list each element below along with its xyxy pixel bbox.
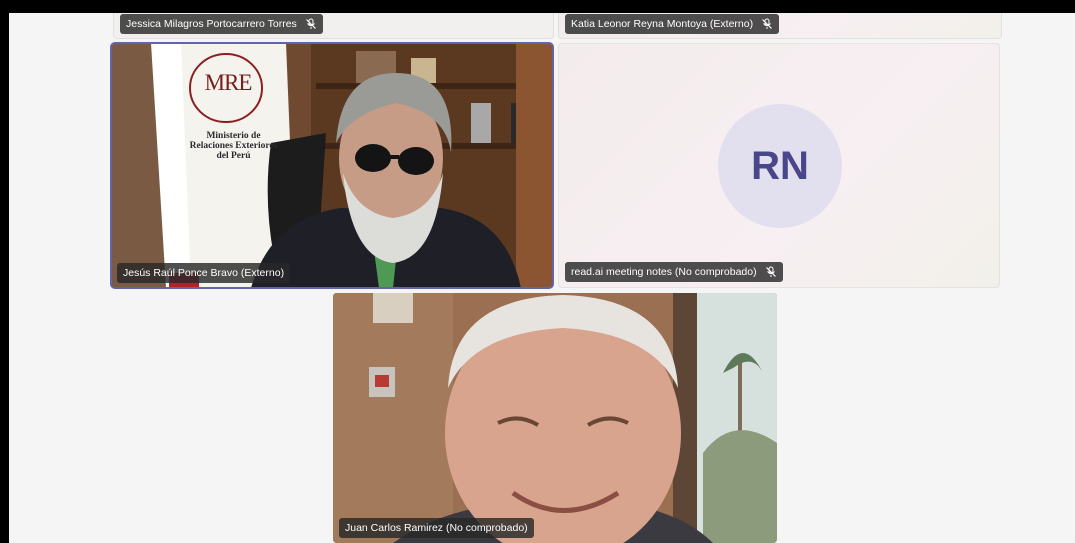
mic-off-icon <box>762 18 773 29</box>
participant-name: Juan Carlos Ramirez (No comprobado) <box>345 522 528 534</box>
participant-nameplate: read.ai meeting notes (No comprobado) <box>565 262 783 282</box>
participant-avatar: RN <box>718 104 842 228</box>
participant-nameplate: Jesús Raúl Ponce Bravo (Externo) <box>117 263 291 283</box>
video-tile-readai[interactable]: RN read.ai meeting notes (No comprobado) <box>558 43 1000 288</box>
participant-nameplate: Jessica Milagros Portocarrero Torres <box>120 14 323 34</box>
participant-nameplate: Juan Carlos Ramirez (No comprobado) <box>339 518 534 538</box>
mic-off-icon <box>305 18 316 29</box>
flag-caption-line: Relaciones Exteriores <box>189 141 278 151</box>
video-tile-juan-carlos[interactable]: Juan Carlos Ramirez (No comprobado) <box>333 293 777 543</box>
flag-logo-text: MRE <box>204 70 253 95</box>
video-tile-katia[interactable]: Katia Leonor Reyna Montoya (Externo) <box>558 13 1002 39</box>
participant-name: Jesús Raúl Ponce Bravo (Externo) <box>123 267 285 279</box>
mic-off-icon <box>765 266 776 277</box>
flag-caption-line: del Perú <box>216 151 251 161</box>
participant-video-feed <box>111 43 553 288</box>
participant-name: Katia Leonor Reyna Montoya (Externo) <box>571 18 754 30</box>
participant-nameplate: Katia Leonor Reyna Montoya (Externo) <box>565 14 780 34</box>
avatar-initials: RN <box>751 143 809 188</box>
video-tile-jessica[interactable]: Jessica Milagros Portocarrero Torres <box>113 13 554 39</box>
flag-caption: Ministerio de Relaciones Exteriores del … <box>171 131 296 161</box>
video-tile-jesus[interactable]: MRE Ministerio de Relaciones Exteriores … <box>110 42 554 289</box>
participant-name: Jessica Milagros Portocarrero Torres <box>126 18 297 30</box>
participant-video-feed <box>333 293 777 543</box>
flag-caption-line: Ministerio de <box>206 131 261 141</box>
participant-name: read.ai meeting notes (No comprobado) <box>571 266 757 278</box>
meeting-gallery: Jessica Milagros Portocarrero Torres Kat… <box>9 13 1075 543</box>
